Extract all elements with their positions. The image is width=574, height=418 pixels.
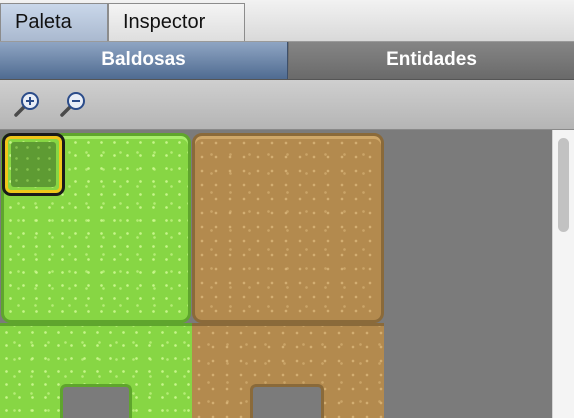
tileset-canvas[interactable] — [0, 130, 552, 418]
vertical-scrollbar[interactable] — [552, 130, 574, 418]
selected-tile — [11, 142, 56, 187]
selected-tile-highlight[interactable] — [2, 133, 65, 196]
dirt-tile[interactable] — [192, 133, 384, 323]
grass-hole — [60, 384, 132, 418]
zoom-out-button[interactable] — [58, 89, 88, 119]
sub-tab-bar: Baldosas Entidades — [0, 42, 574, 80]
grass-hole-tile[interactable] — [0, 323, 192, 418]
top-tab-bar: Paleta Inspector — [0, 0, 574, 42]
dirt-hole — [250, 384, 324, 418]
dirt-hole-tile[interactable] — [192, 323, 384, 418]
tab-inspector[interactable]: Inspector — [108, 3, 245, 41]
tab-paleta[interactable]: Paleta — [0, 3, 108, 41]
zoom-out-icon — [60, 92, 85, 117]
tab-entidades[interactable]: Entidades — [289, 42, 574, 79]
tab-baldosas[interactable]: Baldosas — [0, 42, 288, 79]
scrollbar-thumb[interactable] — [558, 138, 569, 232]
zoom-toolbar — [0, 80, 574, 130]
zoom-in-icon — [14, 92, 39, 117]
zoom-in-button[interactable] — [12, 89, 42, 119]
